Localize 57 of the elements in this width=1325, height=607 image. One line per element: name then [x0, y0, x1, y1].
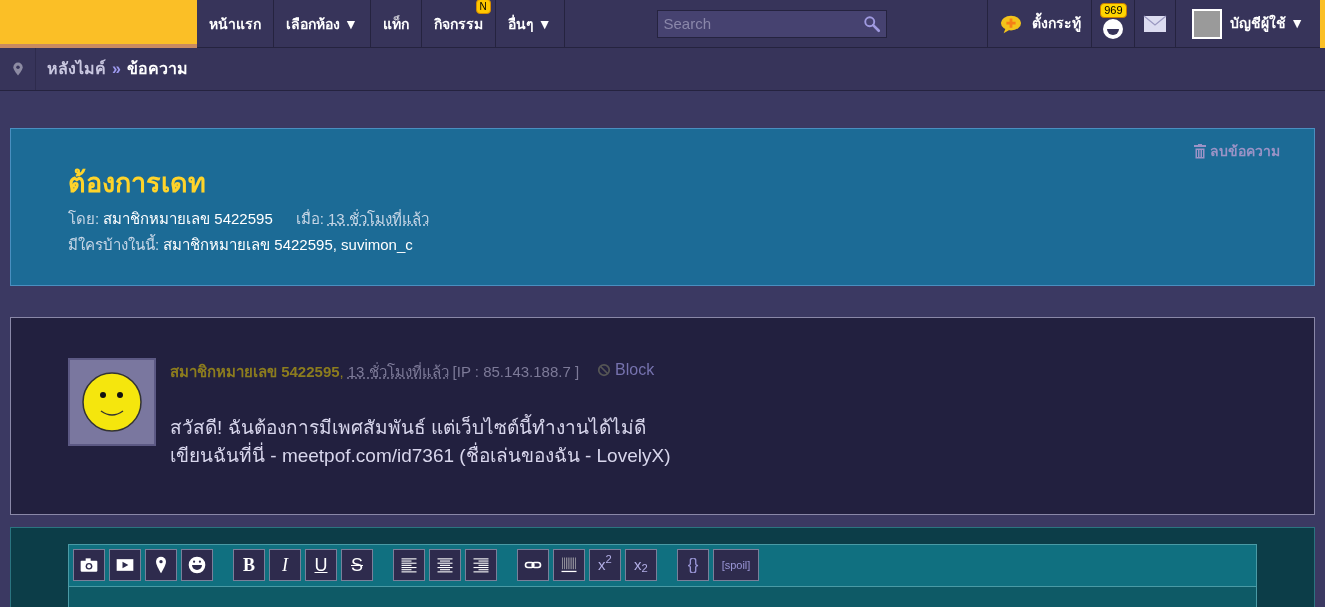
smiley-face-icon: [81, 371, 143, 433]
breadcrumb-current: ข้อความ: [126, 59, 188, 79]
by-label: โดย:: [68, 209, 100, 229]
author-name: สมาชิกหมายเลข 5422595: [103, 209, 273, 229]
account-menu[interactable]: บัญชีผู้ใช้ ▼: [1176, 0, 1320, 47]
toolbar-button[interactable]: U: [305, 549, 337, 581]
toolbar-button[interactable]: [465, 549, 497, 581]
toolbar-button[interactable]: [393, 549, 425, 581]
members-label: มีใครบ้างในนี้:: [68, 233, 160, 255]
nav-link[interactable]: อื่นๆ ▼: [495, 13, 564, 34]
post-text-line: สวัสดี! ฉันต้องการมีเพศสัมพันธ์ แต่เว็บไซต์นี้ทำงานได้ไม่ดี: [170, 413, 647, 440]
toolbar-button[interactable]: {}: [677, 549, 709, 581]
timestamp: 13 ชั่วโมงที่แล้ว: [327, 208, 429, 229]
camera-icon: [79, 555, 99, 575]
search-icon: [862, 14, 881, 33]
align-right-icon: [471, 555, 491, 575]
block-link[interactable]: Block: [597, 358, 655, 382]
post-text-line: เขียนฉันที่นี่ - meetpof.com/id7361 (ชื่อเล่นของฉัน - LovelyX): [170, 441, 671, 468]
toolbar-button[interactable]: [429, 549, 461, 581]
breadcrumb-link[interactable]: หลังไมค์: [47, 57, 106, 81]
comma: ,: [339, 362, 344, 382]
toolbar-button[interactable]: [517, 549, 549, 581]
toolbar-button[interactable]: x$^{2}$: [589, 549, 621, 581]
toolbar-button[interactable]: [181, 549, 213, 581]
map-pin-icon: [10, 60, 25, 78]
nav-link[interactable]: เลือกห้อง ▼: [274, 13, 370, 34]
toolbar-button[interactable]: [spoil]: [713, 549, 759, 581]
notification-badge: 969: [1100, 3, 1127, 18]
new-badge: N: [475, 0, 491, 14]
smiley-icon: [187, 555, 207, 575]
nav-link[interactable]: แท็ก: [370, 13, 421, 34]
ip-address: [IP : 85.143.188.7 ]: [452, 362, 580, 382]
horizontal-rule-icon: [559, 555, 579, 575]
envelope-icon: [1143, 14, 1168, 33]
smiley-icon: [1103, 19, 1124, 39]
nav-link[interactable]: กิจกรรม: [421, 13, 495, 34]
post-time: 13 ชั่วโมงที่แล้ว: [347, 361, 449, 382]
toolbar-button[interactable]: I: [269, 549, 301, 581]
align-center-icon: [435, 555, 455, 575]
breadcrumb-separator: »: [112, 59, 121, 79]
toolbar-button[interactable]: [145, 549, 177, 581]
align-left-icon: [399, 555, 419, 575]
toolbar-button[interactable]: x$_{2}$: [625, 549, 657, 581]
post-author: สมาชิกหมายเลข 5422595: [170, 362, 340, 382]
trash-icon: [1194, 144, 1206, 159]
new-topic-button[interactable]: ตั้งกระทู้: [987, 0, 1093, 47]
members-list: สมาชิกหมายเลข 5422595, suvimon_c: [163, 233, 413, 256]
toolbar-button[interactable]: B: [233, 549, 265, 581]
avatar-photo-placeholder: [1192, 8, 1223, 39]
ban-icon: [597, 363, 612, 377]
toolbar-button[interactable]: S: [341, 549, 373, 581]
time-label: เมื่อ:: [295, 208, 324, 229]
message-title: ต้องการเดท: [68, 167, 207, 200]
toolbar-button[interactable]: [109, 549, 141, 581]
nav-link[interactable]: หน้าแรก: [197, 13, 273, 34]
search-field[interactable]: Search: [656, 9, 887, 38]
toolbar-button[interactable]: [73, 549, 105, 581]
